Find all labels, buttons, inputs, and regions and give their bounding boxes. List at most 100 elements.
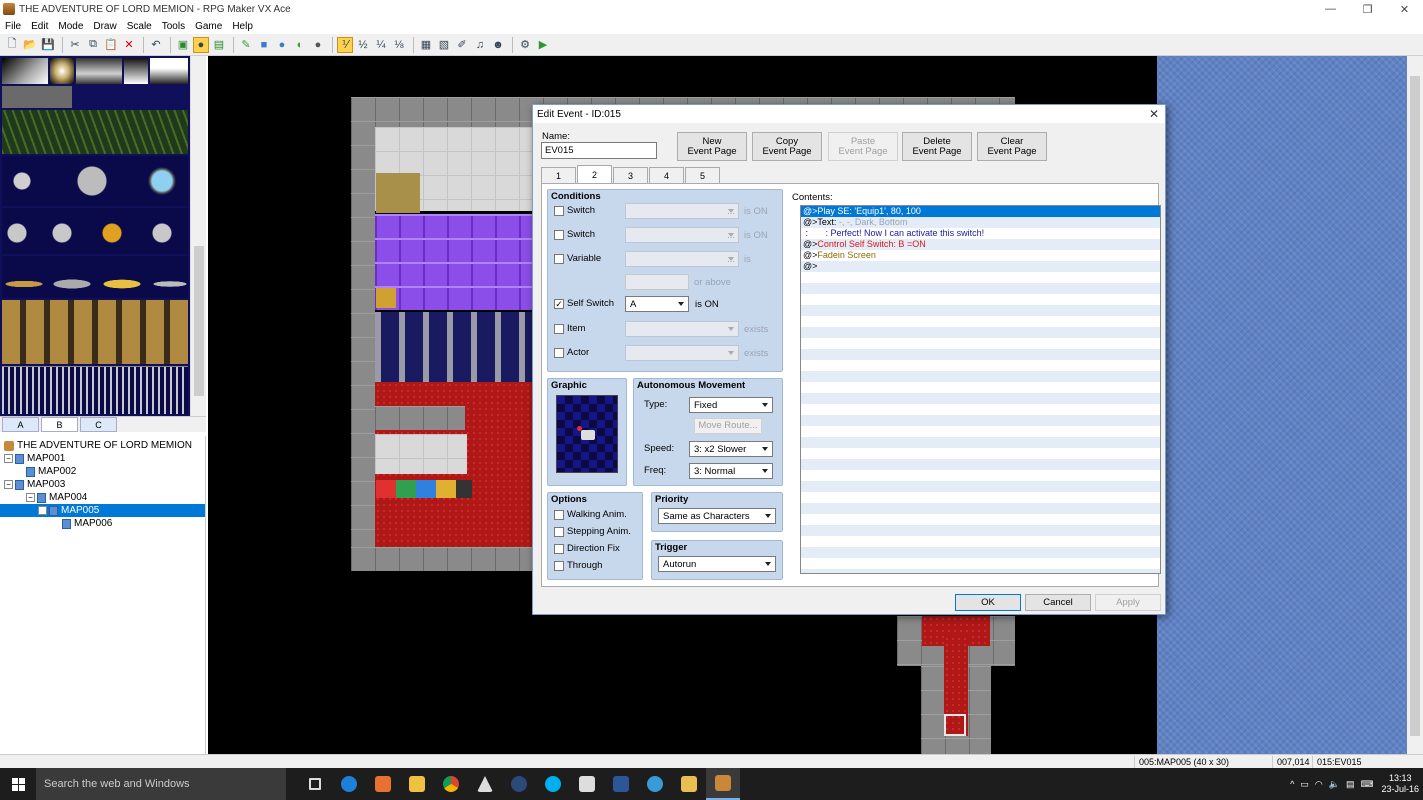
stepping-anim-checkbox[interactable]: Stepping Anim.	[554, 526, 631, 537]
collapse-icon[interactable]: −	[4, 454, 13, 463]
menu-edit[interactable]: Edit	[26, 21, 53, 32]
tray-expand-icon[interactable]: ^	[1290, 779, 1294, 789]
new-project-icon[interactable]: 🗋	[4, 37, 20, 53]
command-line[interactable]: @>Control Self Switch: B =ON	[801, 239, 1160, 250]
clear-event-page-button[interactable]: Clear Event Page	[977, 132, 1047, 161]
dialog-close-icon[interactable]: ✕	[1149, 107, 1159, 121]
palette-scrollbar[interactable]	[190, 56, 206, 416]
character-generator-icon[interactable]: ☻	[490, 37, 506, 53]
palette-tile[interactable]	[150, 58, 188, 84]
movement-speed-dropdown[interactable]: 3: x2 Slower	[689, 441, 773, 457]
palette-tile[interactable]	[2, 366, 188, 414]
cut-icon[interactable]: ✂	[67, 37, 83, 53]
command-line[interactable]: @>Text: -, -, Dark, Bottom	[801, 217, 1160, 228]
event-name-input[interactable]: EV015	[541, 142, 657, 159]
scroll-thumb[interactable]	[194, 246, 204, 396]
shadow-pen-icon[interactable]: ●	[310, 37, 326, 53]
palette-tile[interactable]	[2, 208, 188, 254]
palette-tile[interactable]	[76, 58, 122, 84]
menu-file[interactable]: File	[0, 21, 26, 32]
tab-a[interactable]: A	[2, 417, 39, 432]
palette-tile[interactable]	[50, 58, 74, 84]
map-mode-icon[interactable]: ▣	[175, 37, 191, 53]
minimize-icon[interactable]: —	[1312, 0, 1349, 18]
pencil-icon[interactable]: ✎	[238, 37, 254, 53]
script-editor-icon[interactable]: ✐	[454, 37, 470, 53]
sound-test-icon[interactable]: ♫	[472, 37, 488, 53]
self-switch-dropdown[interactable]: A	[625, 296, 689, 312]
event-contents-list[interactable]: @>Play SE: 'Equip1', 80, 100 @>Text: -, …	[800, 205, 1161, 574]
map-event-marker[interactable]	[944, 714, 966, 736]
paint-icon[interactable]	[366, 768, 400, 800]
tab-page-4[interactable]: 4	[649, 167, 684, 183]
menu-help[interactable]: Help	[227, 21, 258, 32]
tree-item-map002[interactable]: MAP002	[0, 465, 205, 478]
ok-button[interactable]: OK	[955, 594, 1021, 611]
actor-dropdown[interactable]	[625, 345, 739, 361]
tree-project[interactable]: THE ADVENTURE OF LORD MEMION	[0, 439, 205, 452]
resource-manager-icon[interactable]: ▧	[436, 37, 452, 53]
database-icon[interactable]: ▦	[418, 37, 434, 53]
apply-button[interactable]: Apply	[1095, 594, 1161, 611]
tab-c[interactable]: C	[80, 417, 117, 432]
open-project-icon[interactable]: 📂	[22, 37, 38, 53]
gear-icon[interactable]: ⚙	[517, 37, 533, 53]
save-project-icon[interactable]: 💾	[40, 37, 56, 53]
scroll-thumb[interactable]	[1410, 76, 1420, 736]
ellipse-icon[interactable]: ●	[274, 37, 290, 53]
variable-selector[interactable]: ...	[625, 251, 739, 267]
rpg-maker-icon[interactable]	[706, 768, 740, 800]
wifi-icon[interactable]: ◠	[1315, 779, 1323, 790]
palette-tile[interactable]	[2, 86, 72, 108]
keyboard-icon[interactable]: ⌨	[1360, 779, 1373, 790]
command-line[interactable]: @>Fadein Screen	[801, 250, 1160, 261]
copy-icon[interactable]: ⧉	[85, 37, 101, 53]
menu-game[interactable]: Game	[190, 21, 227, 32]
new-event-page-button[interactable]: New Event Page	[677, 132, 747, 161]
zoom-1-1-icon[interactable]: ⅟	[337, 36, 353, 53]
palette-tile[interactable]	[2, 110, 188, 154]
palette-tile[interactable]	[2, 58, 48, 84]
folder-icon[interactable]	[672, 768, 706, 800]
menu-draw[interactable]: Draw	[88, 21, 121, 32]
tile-palette[interactable]	[0, 56, 190, 416]
command-line[interactable]: : : Perfect! Now I can activate this swi…	[801, 228, 1160, 239]
tab-b[interactable]: B	[41, 417, 78, 432]
switch2-selector[interactable]: ...	[625, 227, 739, 243]
collapse-icon[interactable]: −	[26, 493, 35, 502]
tree-item-map005[interactable]: − MAP005	[0, 504, 205, 517]
event-mode-icon[interactable]: ●	[193, 36, 209, 53]
file-explorer-icon[interactable]	[400, 768, 434, 800]
move-route-button[interactable]: Move Route...	[694, 418, 762, 434]
delete-icon[interactable]: ✕	[121, 37, 137, 53]
through-checkbox[interactable]: Through	[554, 560, 602, 571]
close-icon[interactable]: ✕	[1386, 0, 1423, 18]
assassins-creed-icon[interactable]	[468, 768, 502, 800]
variable-value-spinner[interactable]	[625, 274, 689, 290]
tab-page-1[interactable]: 1	[541, 167, 576, 183]
event-graphic-preview[interactable]	[556, 395, 618, 473]
edge-icon[interactable]	[332, 768, 366, 800]
tab-page-3[interactable]: 3	[613, 167, 648, 183]
map-scrollbar[interactable]	[1407, 56, 1423, 754]
palette-tile[interactable]	[2, 300, 188, 364]
tab-page-5[interactable]: 5	[685, 167, 720, 183]
clock[interactable]: 13:13 23-Jul-16	[1381, 773, 1419, 795]
item-dropdown[interactable]	[625, 321, 739, 337]
fill-icon[interactable]: ◐	[292, 37, 308, 53]
skype-icon[interactable]	[536, 768, 570, 800]
paste-event-page-button[interactable]: Paste Event Page	[828, 132, 898, 161]
movement-freq-dropdown[interactable]: 3: Normal	[689, 463, 773, 479]
cancel-button[interactable]: Cancel	[1025, 594, 1091, 611]
zoom-1-4-icon[interactable]: ¼	[373, 37, 389, 53]
menu-mode[interactable]: Mode	[53, 21, 88, 32]
task-view-icon[interactable]	[298, 768, 332, 800]
battery-icon[interactable]: ▭	[1300, 779, 1309, 790]
switch2-checkbox[interactable]: Switch	[554, 229, 595, 240]
tree-item-map003[interactable]: − MAP003	[0, 478, 205, 491]
tree-item-map004[interactable]: − MAP004	[0, 491, 205, 504]
steam-icon[interactable]	[502, 768, 536, 800]
actor-checkbox[interactable]: Actor	[554, 347, 589, 358]
network-app-icon[interactable]	[638, 768, 672, 800]
switch1-selector[interactable]: ...	[625, 203, 739, 219]
